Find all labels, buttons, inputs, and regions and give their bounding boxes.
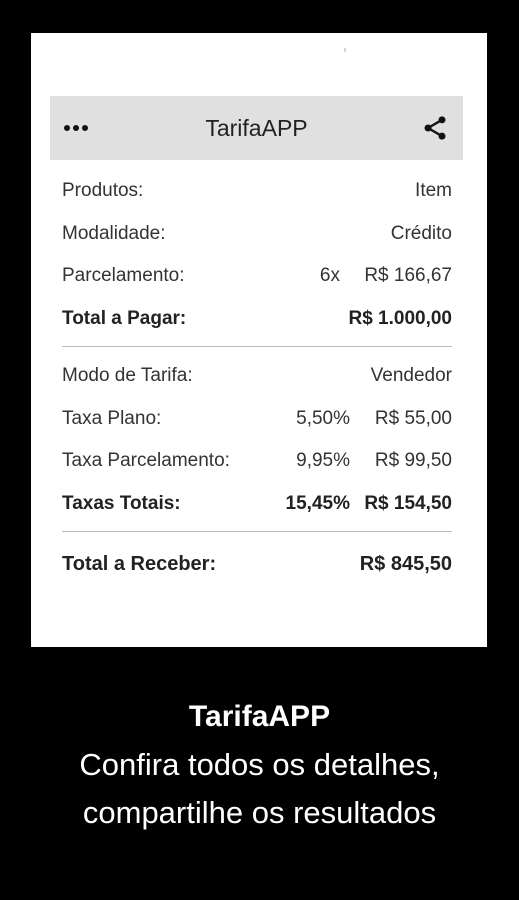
plan-fee-value: R$ 55,00 <box>374 407 452 429</box>
installment-label: Parcelamento: <box>62 265 185 287</box>
total-receive-row: Total a Receber: R$ 845,50 <box>62 540 452 588</box>
total-receive-value: R$ 845,50 <box>359 552 452 575</box>
promo-caption: TarifaAPP Confira todos os detalhes, com… <box>0 693 519 837</box>
modality-value: Crédito <box>390 222 452 244</box>
installment-fee-percent: 9,95% <box>296 450 350 472</box>
app-title: TarifaAPP <box>205 115 308 141</box>
products-row: Produtos: Item <box>62 170 452 213</box>
modality-row: Modalidade: Crédito <box>62 213 452 256</box>
installment-row: Parcelamento: 6x R$ 166,67 <box>62 255 452 298</box>
total-pay-row: Total a Pagar: R$ 1.000,00 <box>62 298 452 341</box>
installment-value: R$ 166,67 <box>364 265 452 287</box>
modality-label: Modalidade: <box>62 222 166 244</box>
total-fees-label: Taxas Totais: <box>62 492 181 514</box>
total-receive-label: Total a Receber: <box>62 552 217 575</box>
installment-fee-value: R$ 99,50 <box>374 450 452 472</box>
caption-line-1: Confira todos os detalhes, <box>79 747 440 782</box>
fee-mode-value: Vendedor <box>370 365 452 387</box>
installment-count: 6x <box>319 265 340 287</box>
products-label: Produtos: <box>62 180 144 202</box>
total-pay-value: R$ 1.000,00 <box>348 307 452 329</box>
fee-mode-row: Modo de Tarifa: Vendedor <box>62 355 452 398</box>
caption-title: TarifaAPP <box>188 700 331 733</box>
installment-fee-label: Taxa Parcelamento: <box>62 450 230 472</box>
app-bar: TarifaAPP <box>50 96 463 160</box>
total-fees-row: Taxas Totais: 15,45% R$ 154,50 <box>62 483 452 526</box>
total-fees-value: R$ 154,50 <box>364 492 452 514</box>
total-fees-percent: 15,45% <box>285 492 350 514</box>
plan-fee-row: Taxa Plano: 5,50% R$ 55,00 <box>62 398 452 441</box>
plan-fee-percent: 5,50% <box>296 407 350 429</box>
total-pay-label: Total a Pagar: <box>62 307 187 329</box>
fee-mode-label: Modo de Tarifa: <box>62 365 193 387</box>
divider <box>62 531 452 532</box>
caption-line-2: compartilhe os resultados <box>82 795 437 830</box>
divider <box>62 346 452 347</box>
app-screen: TarifaAPP Produtos: Item Modalidade: Cré… <box>31 33 487 647</box>
products-value: Item <box>415 180 452 202</box>
result-details: Produtos: Item Modalidade: Crédito Parce… <box>62 170 452 588</box>
installment-fee-row: Taxa Parcelamento: 9,95% R$ 99,50 <box>62 440 452 483</box>
share-icon[interactable] <box>421 114 449 142</box>
status-mark <box>344 48 346 52</box>
plan-fee-label: Taxa Plano: <box>62 407 162 429</box>
